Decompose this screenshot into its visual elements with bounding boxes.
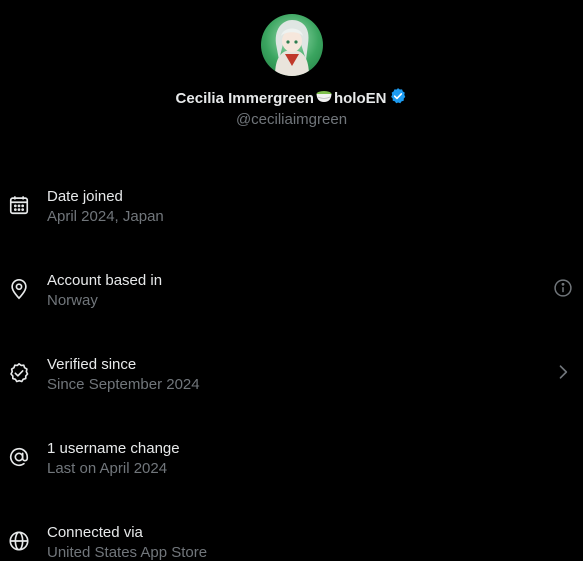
globe-icon bbox=[8, 530, 30, 552]
verified-badge-outline-icon bbox=[8, 362, 30, 384]
location-pin-icon bbox=[8, 278, 30, 300]
row-title: Date joined bbox=[47, 188, 123, 205]
verified-badge-icon[interactable] bbox=[389, 87, 407, 109]
row-subtitle: April 2024, Japan bbox=[47, 208, 164, 225]
row-connected-via: Connected via United States App Store bbox=[0, 512, 583, 561]
avatar[interactable] bbox=[260, 14, 323, 76]
profile-header: Cecilia Immergreen holoEN @ceciliaimgree… bbox=[0, 14, 583, 128]
row-username-change: 1 username change Last on April 2024 bbox=[0, 428, 583, 512]
row-subtitle: Since September 2024 bbox=[47, 376, 200, 393]
chevron-right-icon[interactable] bbox=[553, 362, 573, 382]
row-account-based-in: Account based in Norway bbox=[0, 260, 583, 344]
matcha-bowl-emoji-icon bbox=[315, 88, 333, 108]
display-name-text: Cecilia Immergreen bbox=[175, 89, 314, 107]
row-subtitle: Norway bbox=[47, 292, 98, 309]
row-title: Account based in bbox=[47, 272, 163, 289]
row-subtitle: Last on April 2024 bbox=[47, 460, 168, 477]
handle: @ceciliaimgreen bbox=[235, 111, 348, 128]
at-sign-icon bbox=[8, 446, 30, 468]
row-title: 1 username change bbox=[47, 440, 180, 457]
row-verified-since[interactable]: Verified since Since September 2024 bbox=[0, 344, 583, 428]
info-icon[interactable] bbox=[553, 278, 573, 298]
display-name-suffix: holoEN bbox=[333, 89, 387, 107]
calendar-icon bbox=[8, 194, 30, 216]
row-date-joined: Date joined April 2024, Japan bbox=[0, 176, 583, 260]
display-name: Cecilia Immergreen holoEN bbox=[0, 88, 583, 108]
row-subtitle: United States App Store bbox=[47, 544, 208, 561]
row-title: Verified since bbox=[47, 356, 137, 373]
row-title: Connected via bbox=[47, 524, 143, 541]
